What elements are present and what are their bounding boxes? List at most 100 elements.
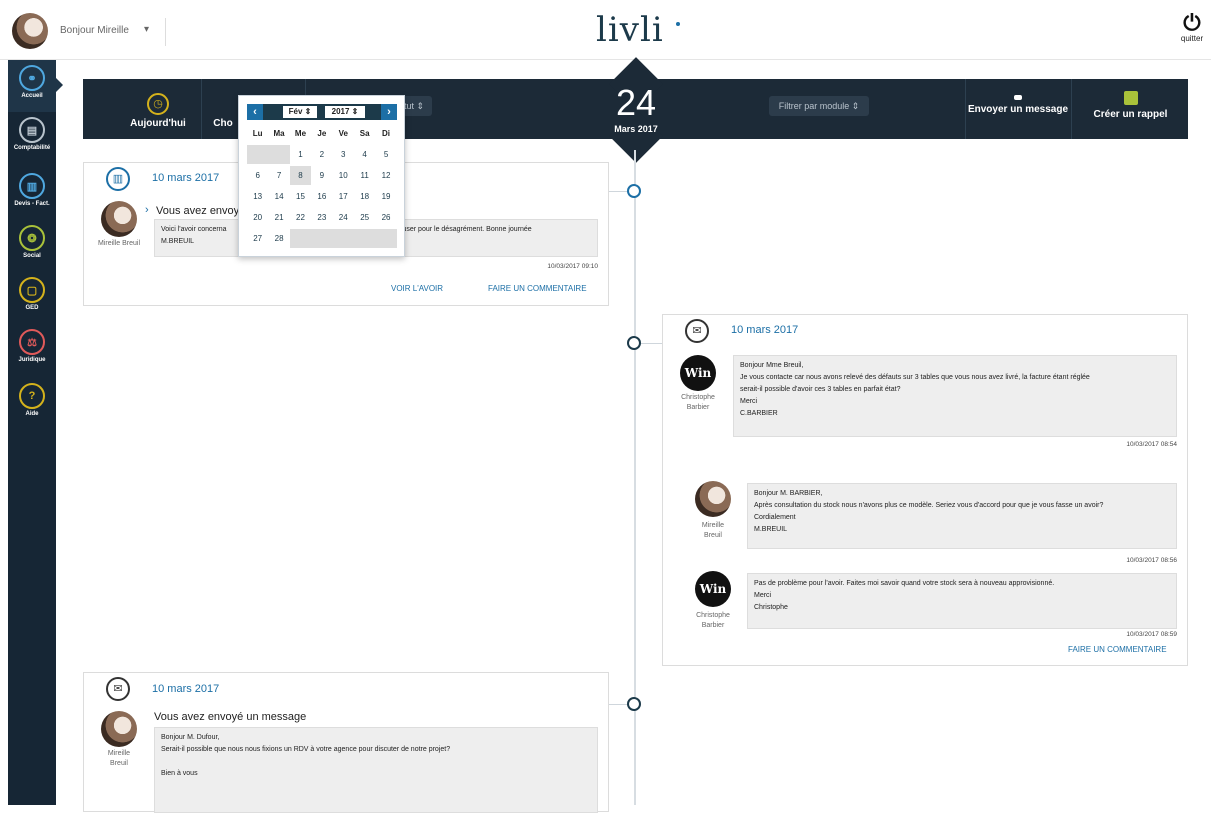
date-picker-header: ‹ Fév ⇕ 2017 ⇕ › — [247, 104, 397, 120]
calendar-day[interactable]: 1 — [290, 145, 311, 164]
calendar-day-empty — [247, 145, 269, 164]
sidebar: ⚭ Accueil ▤ Comptabilité ▥ Devis - Fact.… — [8, 60, 63, 805]
calendar-day[interactable]: 13 — [247, 187, 268, 206]
sidebar-item-label: Aide — [25, 411, 39, 417]
card-title: Vous avez envoyé un message — [154, 711, 307, 723]
add-comment-link[interactable]: FAIRE UN COMMENTAIRE — [1068, 645, 1167, 654]
calendar-day[interactable]: 27 — [247, 229, 268, 248]
module-filter-select[interactable]: Filtrer par module ⇕ — [769, 96, 869, 116]
calendar-day[interactable]: 22 — [290, 208, 311, 227]
calendar-day[interactable]: 19 — [375, 187, 396, 206]
sidebar-item-ged[interactable]: ▢ GED — [8, 272, 56, 324]
year-select[interactable]: 2017 ⇕ — [325, 106, 365, 118]
sidebar-item-label: Accueil — [21, 93, 43, 99]
calendar-day[interactable]: 7 — [268, 166, 289, 185]
app-logo: livli — [596, 10, 664, 50]
top-bar: Bonjour Mireille ▾ livli ⏻ quitter — [0, 0, 1211, 60]
invoice-icon: ▥ — [19, 173, 45, 199]
calendar-day-empty — [311, 229, 333, 248]
timeline-connector — [608, 704, 628, 705]
calendar-day[interactable]: 5 — [375, 145, 396, 164]
timeline-node[interactable] — [627, 336, 641, 350]
calendar-day[interactable]: 16 — [311, 187, 332, 206]
calendar-day-empty — [353, 229, 376, 248]
author-name: Mireille Breuil — [107, 750, 131, 767]
envelope-icon — [1014, 95, 1022, 100]
avatar: Win — [695, 571, 731, 607]
calendar-day[interactable]: 21 — [268, 208, 289, 227]
timeline-card-message: ✉ 10 mars 2017 Vous avez envoyé un messa… — [83, 672, 609, 813]
people-icon: ❂ — [19, 225, 45, 251]
timeline-node[interactable] — [627, 697, 641, 711]
timeline-node[interactable] — [627, 184, 641, 198]
calendar-day-selected[interactable]: 8 — [289, 166, 312, 185]
user-avatar[interactable] — [12, 13, 48, 49]
calendar-day[interactable]: 24 — [333, 208, 354, 227]
sidebar-item-label: Devis - Fact. — [14, 201, 50, 207]
calendar-day[interactable]: 3 — [333, 145, 354, 164]
chevron-down-icon[interactable]: ▾ — [144, 24, 149, 35]
calendar-day-empty — [268, 145, 290, 164]
message-time: 10/03/2017 08:59 — [1126, 631, 1177, 638]
view-credit-link[interactable]: VOIR L'AVOIR — [391, 284, 443, 293]
avatar — [101, 201, 137, 237]
quit-label: quitter — [1180, 34, 1204, 43]
calendar-day[interactable]: 10 — [333, 166, 354, 185]
sidebar-item-comptabilite[interactable]: ▤ Comptabilité — [8, 112, 56, 164]
power-icon[interactable]: ⏻ — [1177, 12, 1207, 34]
divider — [201, 79, 202, 139]
current-day: 24 — [615, 82, 657, 123]
active-indicator — [56, 78, 63, 92]
calendar-day[interactable]: 2 — [311, 145, 332, 164]
add-comment-link[interactable]: FAIRE UN COMMENTAIRE — [488, 284, 587, 293]
help-icon: ? — [19, 383, 45, 409]
calendar-day[interactable]: 14 — [268, 187, 289, 206]
calendar-day[interactable]: 18 — [354, 187, 375, 206]
calendar-day[interactable]: 23 — [311, 208, 332, 227]
calendar-day[interactable]: 28 — [268, 229, 289, 248]
user-greeting[interactable]: Bonjour Mireille — [60, 25, 129, 36]
clock-icon: ◷ — [147, 93, 169, 115]
message-bubble: Bonjour M. BARBIER, Après consultation d… — [747, 483, 1177, 549]
chevron-right-icon[interactable]: › — [145, 204, 149, 216]
envelope-icon: ✉ — [685, 319, 709, 343]
sidebar-item-label: Comptabilité — [13, 145, 51, 151]
week-row: 1 2 3 4 5 — [247, 145, 397, 166]
calendar-day[interactable]: 15 — [290, 187, 311, 206]
weekday-label: Lu — [252, 129, 263, 138]
sidebar-item-social[interactable]: ❂ Social — [8, 220, 56, 272]
avatar — [695, 481, 731, 517]
card-date: 10 mars 2017 — [731, 324, 799, 336]
chevron-left-icon[interactable]: ‹ — [247, 104, 263, 120]
calendar-day[interactable]: 4 — [354, 145, 375, 164]
month-select[interactable]: Fév ⇕ — [283, 106, 317, 118]
timeline-connector — [608, 191, 628, 192]
card-title: Vous avez envoyé — [156, 205, 246, 217]
ledger-icon: ▤ — [19, 117, 45, 143]
calendar-day[interactable]: 12 — [375, 166, 396, 185]
sidebar-item-juridique[interactable]: ⚖ Juridique — [8, 324, 56, 376]
create-reminder-button[interactable]: Créer un rappel — [1073, 79, 1188, 139]
sidebar-item-aide[interactable]: ? Aide — [8, 378, 56, 430]
calendar-day[interactable]: 26 — [375, 208, 396, 227]
message-time: 10/03/2017 09:10 — [547, 263, 598, 270]
sidebar-item-label: GED — [25, 305, 39, 311]
calendar-day[interactable]: 25 — [354, 208, 375, 227]
calendar-day[interactable]: 20 — [247, 208, 268, 227]
choose-date-label: Cho — [213, 118, 233, 129]
quit-button[interactable]: ⏻ quitter — [1177, 12, 1207, 44]
calendar-day[interactable]: 11 — [354, 166, 375, 185]
calendar-day[interactable]: 17 — [333, 187, 354, 206]
today-button[interactable]: ◷ Aujourd'hui — [113, 79, 203, 139]
chevron-right-icon[interactable]: › — [381, 104, 397, 120]
message-text: cuser pour le désagrément. Bonne journée — [399, 226, 532, 233]
calendar-day[interactable]: 6 — [247, 166, 268, 185]
calendar-day[interactable]: 9 — [311, 166, 332, 185]
sidebar-item-accueil[interactable]: ⚭ Accueil — [8, 60, 63, 112]
choose-date-button[interactable]: Cho — [208, 79, 238, 139]
current-month: Mars 2017 — [614, 124, 658, 134]
sidebar-item-devis-fact[interactable]: ▥ Devis - Fact. — [8, 168, 56, 220]
weekday-label: Me — [294, 129, 307, 138]
send-message-button[interactable]: Envoyer un message — [967, 79, 1069, 139]
home-network-icon: ⚭ — [19, 65, 45, 91]
